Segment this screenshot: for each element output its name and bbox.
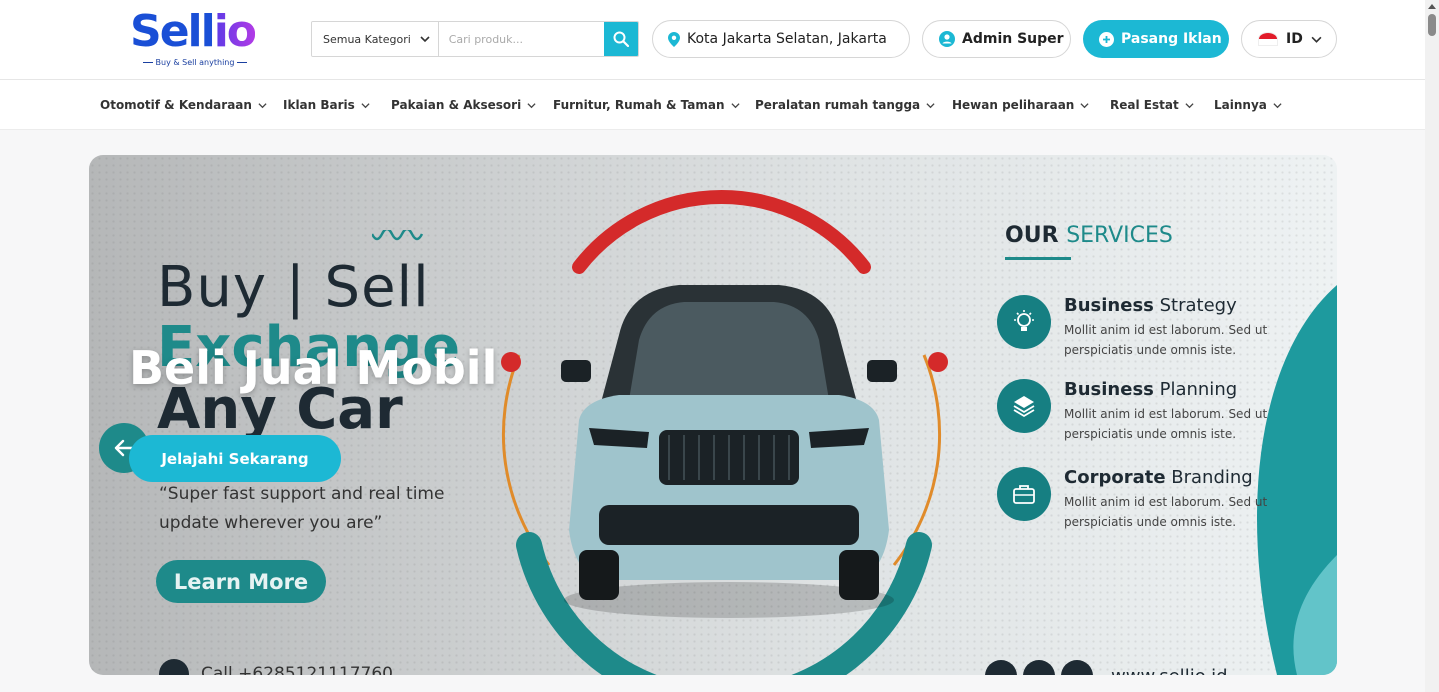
category-pets[interactable]: Hewan peliharaan xyxy=(952,80,1089,130)
banner-social-row: www.sellio.id xyxy=(985,660,1228,675)
search-button[interactable] xyxy=(603,22,638,56)
service-title: Corporate Branding xyxy=(1064,467,1253,488)
chevron-down-icon xyxy=(1273,102,1282,108)
service-item: Corporate Branding Mollit anim id est la… xyxy=(997,467,1297,537)
category-label: Peralatan rumah tangga xyxy=(755,98,921,112)
banner-call-text: Call +6285121117760 xyxy=(201,664,393,675)
location-label: Kota Jakarta Selatan, Jakarta xyxy=(687,31,887,47)
language-selector[interactable]: ID xyxy=(1241,20,1337,58)
service-item: Business Planning Mollit anim id est lab… xyxy=(997,379,1297,449)
service-title: Business Planning xyxy=(1064,379,1238,400)
search-bar: Semua Kategori xyxy=(311,21,639,57)
chevron-down-icon xyxy=(1311,36,1322,43)
category-clothing[interactable]: Pakaian & Aksesori xyxy=(391,80,536,130)
services-underline xyxy=(1005,257,1071,260)
map-pin-icon xyxy=(668,31,680,47)
briefcase-icon xyxy=(997,467,1051,521)
scroll-up-arrow-icon[interactable] xyxy=(1428,4,1436,9)
page-scrollbar[interactable] xyxy=(1425,0,1439,692)
lightbulb-icon xyxy=(997,295,1051,349)
category-nav: Otomotif & Kendaraan Iklan Baris Pakaian… xyxy=(0,80,1425,130)
user-menu-button[interactable]: Admin Super xyxy=(922,20,1071,58)
search-icon xyxy=(613,31,629,47)
car-image xyxy=(561,285,897,618)
user-avatar-icon xyxy=(939,31,955,47)
services-title: OUR SERVICES xyxy=(1005,223,1173,248)
category-label: Pakaian & Aksesori xyxy=(391,98,522,112)
category-label: Otomotif & Kendaraan xyxy=(100,98,252,112)
category-classifieds[interactable]: Iklan Baris xyxy=(283,80,370,130)
category-automotive[interactable]: Otomotif & Kendaraan xyxy=(100,80,267,130)
logo-wordmark: Sellio xyxy=(130,6,257,57)
wave-icon xyxy=(372,230,424,241)
post-ad-button[interactable]: Pasang Iklan xyxy=(1083,20,1229,58)
category-select-value: Semua Kategori xyxy=(323,32,411,46)
logo[interactable]: Sellio Buy & Sell anything xyxy=(130,8,260,70)
category-label: Iklan Baris xyxy=(283,98,355,112)
layers-icon xyxy=(997,379,1051,433)
location-selector[interactable]: Kota Jakarta Selatan, Jakarta xyxy=(652,20,910,58)
category-furniture[interactable]: Furnitur, Rumah & Taman xyxy=(553,80,740,130)
category-label: Furnitur, Rumah & Taman xyxy=(553,98,725,112)
chevron-down-icon xyxy=(926,102,935,108)
service-description: Mollit anim id est laborum. Sed ut persp… xyxy=(1064,323,1268,357)
chevron-down-icon xyxy=(1080,102,1089,108)
banner-website: www.sellio.id xyxy=(1111,666,1228,676)
category-household[interactable]: Peralatan rumah tangga xyxy=(755,80,935,130)
category-more[interactable]: Lainnya xyxy=(1214,80,1282,130)
category-label: Hewan peliharaan xyxy=(952,98,1075,112)
chevron-down-icon xyxy=(258,102,267,108)
globe-icon xyxy=(1023,660,1055,675)
service-description: Mollit anim id est laborum. Sed ut persp… xyxy=(1064,407,1268,441)
banner-call-row: Call +6285121117760 xyxy=(159,659,393,675)
logo-tagline: Buy & Sell anything xyxy=(138,58,252,67)
service-item: Business Strategy Mollit anim id est lab… xyxy=(997,295,1297,365)
explore-now-button[interactable]: Jelajahi Sekarang xyxy=(129,435,341,482)
twitter-icon xyxy=(1061,660,1093,675)
service-description: Mollit anim id est laborum. Sed ut persp… xyxy=(1064,495,1268,529)
plus-circle-icon xyxy=(1099,31,1114,47)
service-title: Business Strategy xyxy=(1064,295,1237,316)
chevron-down-icon xyxy=(527,102,536,108)
indonesia-flag-icon xyxy=(1258,32,1278,46)
scrollbar-thumb[interactable] xyxy=(1428,14,1436,36)
banner-headline-1: Buy | Sell xyxy=(157,255,430,320)
chevron-down-icon xyxy=(361,102,370,108)
search-input[interactable] xyxy=(438,22,604,56)
chevron-down-icon xyxy=(1185,102,1194,108)
banner-quote-line: “Super fast support and real time xyxy=(159,484,445,504)
banner-quote-line: update wherever you are” xyxy=(159,513,383,533)
chevron-down-icon xyxy=(730,102,740,108)
hero-title: Beli Jual Mobil xyxy=(129,341,498,395)
language-label: ID xyxy=(1286,31,1303,47)
category-real-estate[interactable]: Real Estat xyxy=(1110,80,1194,130)
hero-banner: Buy | Sell Exchange Any Car “Super fast … xyxy=(89,155,1337,675)
banner-learn-more: Learn More xyxy=(156,560,326,603)
category-label: Real Estat xyxy=(1110,98,1179,112)
chevron-down-icon xyxy=(420,36,430,43)
facebook-icon xyxy=(985,660,1017,675)
category-label: Lainnya xyxy=(1214,98,1267,112)
site-header: Sellio Buy & Sell anything Semua Kategor… xyxy=(0,0,1425,80)
banner-quote: “Super fast support and real time update… xyxy=(159,480,444,538)
category-select[interactable]: Semua Kategori xyxy=(312,22,439,56)
phone-icon xyxy=(159,659,189,675)
user-name: Admin Super xyxy=(962,31,1064,47)
post-ad-label: Pasang Iklan xyxy=(1121,31,1222,47)
